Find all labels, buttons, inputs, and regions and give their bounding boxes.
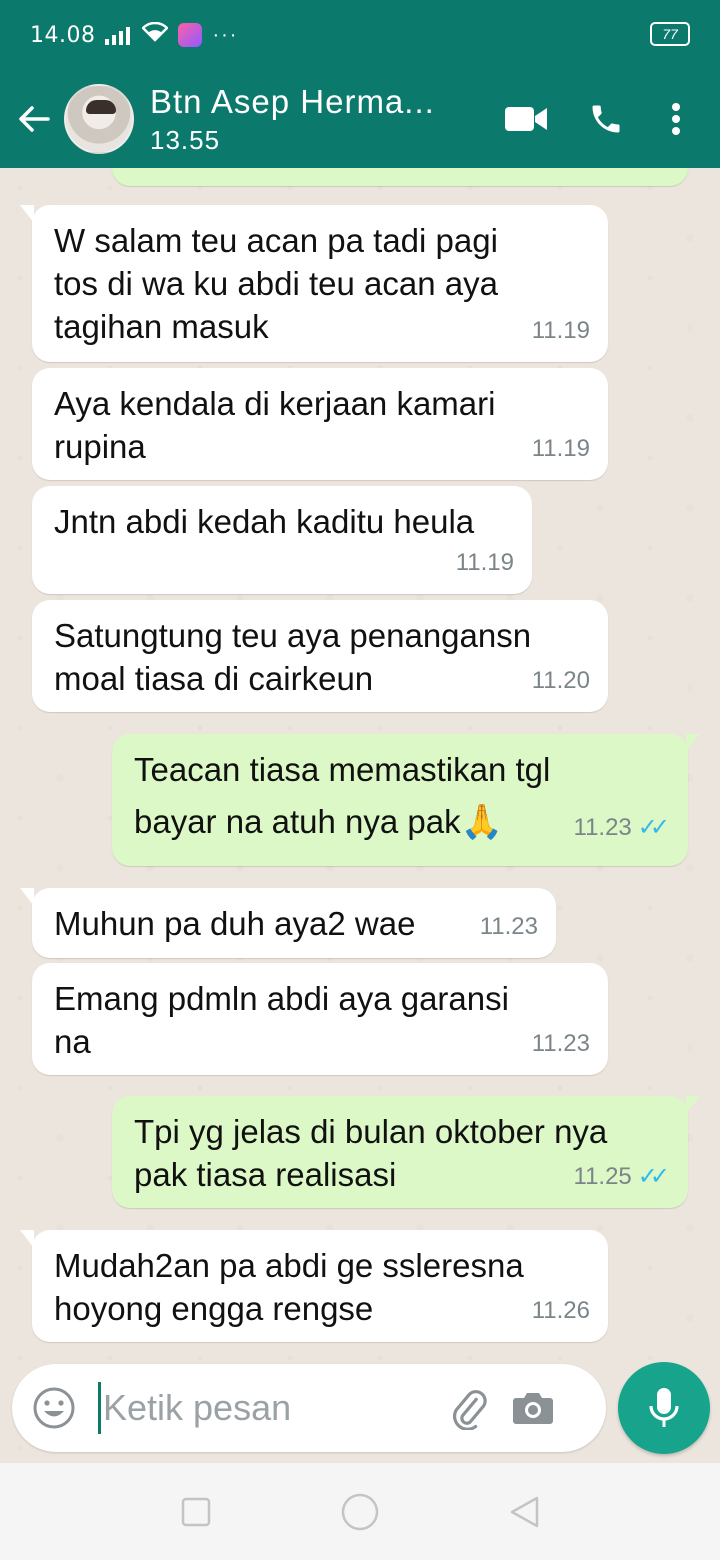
- triangle-back-icon: [510, 1496, 539, 1527]
- attach-button[interactable]: [437, 1386, 501, 1430]
- battery-level: 77: [662, 26, 678, 42]
- video-call-button[interactable]: [496, 70, 556, 168]
- chat-header: Btn Asep Herma... 13.55: [0, 70, 720, 168]
- chat-area[interactable]: W salam teu acan pa tadi pagi tos di wa …: [0, 168, 720, 1463]
- message-time: 11.20: [532, 659, 590, 702]
- message-text: Jntn abdi kedah kaditu heula: [54, 503, 475, 540]
- phone-icon: [592, 105, 620, 133]
- time-label: 11.19: [531, 317, 590, 344]
- message-outgoing[interactable]: Tpi yg jelas di bulan oktober nya pak ti…: [112, 1096, 700, 1208]
- recents-button[interactable]: [174, 1490, 218, 1534]
- square-icon: [181, 1497, 211, 1526]
- message-text: Aya kendala di kerjaan kamari rupina: [54, 385, 496, 465]
- message-input[interactable]: [103, 1387, 423, 1429]
- system-back-button[interactable]: [502, 1490, 546, 1534]
- emoji-icon: [33, 1387, 75, 1429]
- message-time: 11.23: [532, 1022, 590, 1065]
- message-text: Emang pdmln abdi aya garansi na: [54, 980, 509, 1060]
- message-text: Muhun pa duh aya2 wae: [54, 905, 416, 942]
- message-incoming[interactable]: Emang pdmln abdi aya garansi na 11.23: [32, 963, 608, 1075]
- battery-icon: 77: [650, 22, 690, 46]
- emoji-button[interactable]: [14, 1386, 94, 1430]
- time-label: 11.23: [479, 913, 538, 940]
- voice-message-button[interactable]: [618, 1362, 710, 1454]
- message-outgoing[interactable]: Teacan tiasa memastikan tgl bayar na atu…: [112, 734, 700, 866]
- arrow-left-icon: [19, 106, 50, 132]
- message-text: W salam teu acan pa tadi pagi tos di wa …: [54, 222, 498, 345]
- contact-info[interactable]: Btn Asep Herma... 13.55: [150, 83, 496, 156]
- read-receipt-icon: ✓✓: [637, 1163, 670, 1190]
- message-time: 11.19: [532, 427, 590, 470]
- message-incoming[interactable]: Muhun pa duh aya2 wae 11.23: [20, 888, 556, 958]
- message-time: 11.23 ✓✓: [574, 802, 671, 854]
- composer: [0, 1358, 720, 1463]
- message-incoming[interactable]: Mudah2an pa abdi ge ssleresna hoyong eng…: [20, 1230, 608, 1342]
- time-label: 11.19: [455, 549, 514, 576]
- message-incoming[interactable]: Aya kendala di kerjaan kamari rupina 11.…: [32, 368, 608, 480]
- message-incoming[interactable]: W salam teu acan pa tadi pagi tos di wa …: [20, 205, 608, 362]
- signal-icon: [105, 25, 131, 45]
- voice-call-button[interactable]: [576, 70, 636, 168]
- message-input-container: [12, 1364, 606, 1452]
- message-time: 11.19: [456, 541, 514, 584]
- camera-button[interactable]: [501, 1390, 565, 1426]
- message-text: Satungtung teu aya penangansn moal tiasa…: [54, 617, 532, 697]
- message-time: 11.26: [532, 1289, 590, 1332]
- microphone-icon: [649, 1388, 679, 1427]
- message-time: 11.19: [532, 309, 590, 352]
- more-vertical-icon: [672, 103, 680, 135]
- time-label: 11.23: [531, 1030, 590, 1057]
- message-partial-outgoing[interactable]: [112, 168, 688, 186]
- back-button[interactable]: [4, 70, 64, 168]
- status-time: 14.08: [30, 22, 96, 48]
- time-label: 11.23: [573, 814, 632, 841]
- message-time: 11.25 ✓✓: [574, 1155, 671, 1198]
- avatar[interactable]: [64, 84, 134, 154]
- more-notifications-icon: ···: [212, 23, 239, 46]
- paperclip-icon: [453, 1390, 487, 1430]
- video-call-icon: [505, 107, 547, 131]
- time-label: 11.25: [573, 1163, 632, 1190]
- time-label: 11.20: [531, 667, 590, 694]
- message-incoming[interactable]: Satungtung teu aya penangansn moal tiasa…: [32, 600, 608, 712]
- notification-app-icon: [178, 23, 203, 47]
- circle-icon: [341, 1493, 379, 1530]
- camera-icon: [513, 1393, 553, 1424]
- contact-status: 13.55: [150, 124, 221, 155]
- message-time: 11.23: [480, 905, 538, 948]
- time-label: 11.26: [531, 1297, 590, 1324]
- contact-name: Btn Asep Herma...: [150, 82, 435, 120]
- home-button[interactable]: [338, 1490, 382, 1534]
- text-cursor: [98, 1382, 101, 1434]
- system-navigation-bar: [0, 1463, 720, 1560]
- time-label: 11.19: [531, 435, 590, 462]
- wifi-icon: [141, 21, 170, 48]
- folded-hands-emoji: 🙏: [460, 803, 503, 841]
- message-incoming[interactable]: Jntn abdi kedah kaditu heula 11.19: [32, 486, 532, 594]
- read-receipt-icon: ✓✓: [637, 814, 670, 841]
- message-text: Mudah2an pa abdi ge ssleresna hoyong eng…: [54, 1247, 524, 1327]
- status-bar: 14.08 ··· 77: [0, 0, 720, 70]
- more-options-button[interactable]: [646, 70, 706, 168]
